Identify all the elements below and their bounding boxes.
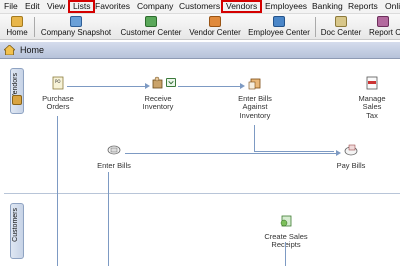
menu-reports[interactable]: Reports — [348, 1, 378, 13]
page-title: Home — [20, 45, 45, 55]
document-icon — [335, 16, 347, 27]
menu-file[interactable]: File — [4, 1, 18, 13]
chevron-down-icon[interactable] — [166, 78, 176, 87]
enter-bills-node[interactable]: Enter Bills — [94, 143, 134, 170]
flow-line — [125, 153, 337, 154]
toolbar-doc-center-button[interactable]: Doc Center — [318, 14, 364, 40]
icon-toolbar: Home Company Snapshot Customer Center Ve… — [0, 14, 400, 40]
menu-edit[interactable]: Edit — [25, 1, 40, 13]
enter-bills-against-inventory-node[interactable]: Enter Bills Against Inventory — [232, 76, 278, 120]
menu-banking[interactable]: Banking — [312, 1, 343, 13]
vendor-icon — [12, 95, 22, 105]
flow-line — [254, 151, 334, 152]
manage-sales-tax-node[interactable]: Manage Sales Tax — [354, 76, 390, 120]
home-icon — [11, 16, 23, 27]
toolbar-report-center-button[interactable]: Report C — [367, 14, 400, 40]
menu-online[interactable]: Onli — [385, 1, 400, 13]
flow-line — [57, 116, 58, 266]
employee-icon — [273, 16, 285, 27]
menu-company[interactable]: Company — [137, 1, 173, 13]
bill-inventory-icon — [248, 78, 261, 90]
purchase-order-icon: PO — [52, 76, 64, 90]
vendor-icon — [209, 16, 221, 27]
menu-customers[interactable]: Customers — [179, 1, 220, 13]
customers-section-tab[interactable]: Customers — [10, 203, 24, 259]
sales-tax-icon — [366, 76, 378, 90]
snapshot-icon — [70, 16, 82, 27]
svg-text:PO: PO — [55, 79, 61, 84]
toolbar-employee-center-button[interactable]: Employee Center — [246, 14, 312, 40]
create-sales-receipts-node[interactable]: Create Sales Receipts — [258, 214, 314, 250]
flow-line — [254, 125, 255, 152]
home-window-titlebar: Home — [0, 42, 400, 59]
report-icon — [377, 16, 389, 27]
home-icon — [4, 45, 15, 55]
receive-inventory-icon — [152, 76, 163, 89]
customer-icon — [145, 16, 157, 27]
menu-bar: File Edit View Lists Favorites Company C… — [0, 0, 400, 14]
flow-line — [285, 242, 286, 266]
toolbar-home-button[interactable]: Home — [3, 14, 31, 40]
menu-favorites[interactable]: Favorites — [95, 1, 130, 13]
menu-vendors[interactable]: Vendors — [221, 0, 263, 13]
section-divider — [4, 193, 400, 194]
menu-view[interactable]: View — [47, 1, 65, 13]
menu-lists[interactable]: Lists — [68, 0, 96, 13]
sales-receipt-icon — [280, 215, 292, 227]
pay-bills-node[interactable]: Pay Bills — [334, 143, 368, 170]
menu-employees[interactable]: Employees — [265, 1, 307, 13]
toolbar-vendor-center-button[interactable]: Vendor Center — [186, 14, 244, 40]
vendors-section-tab[interactable]: Vendors — [10, 68, 24, 114]
flow-line — [67, 86, 147, 87]
toolbar-customer-center-button[interactable]: Customer Center — [118, 14, 184, 40]
purchase-orders-node[interactable]: PO Purchase Orders — [38, 76, 78, 112]
pay-bills-icon — [344, 144, 358, 156]
enter-bills-icon — [107, 145, 121, 155]
flow-line — [108, 172, 109, 266]
toolbar-company-snapshot-button[interactable]: Company Snapshot — [36, 14, 116, 40]
